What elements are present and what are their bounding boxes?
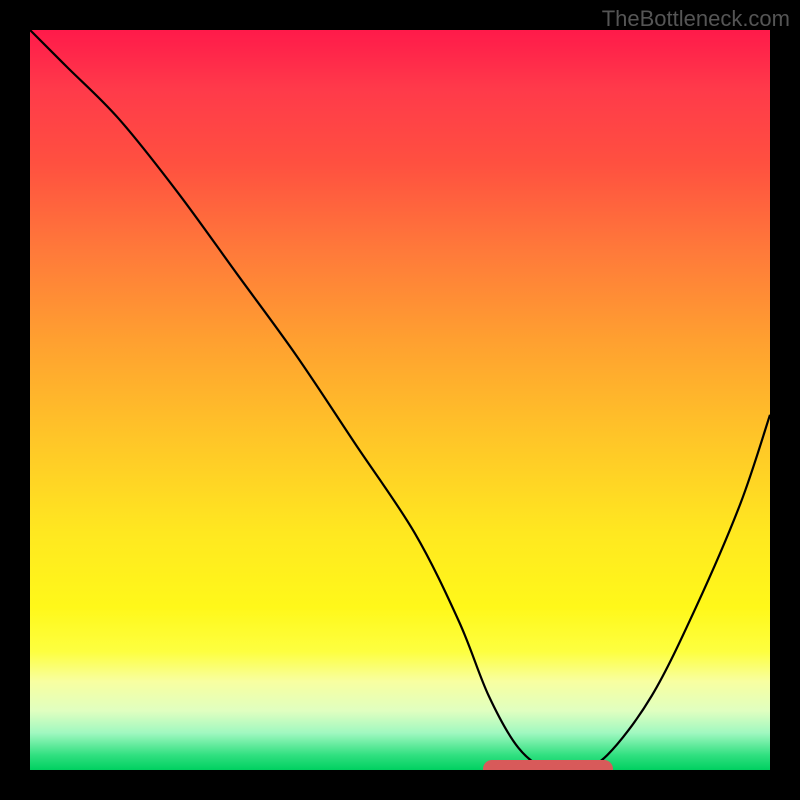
plot-area	[30, 30, 770, 770]
bottleneck-curve	[30, 30, 770, 770]
curve-svg	[30, 30, 770, 770]
optimal-range-marker	[483, 760, 613, 770]
watermark-text: TheBottleneck.com	[602, 6, 790, 32]
